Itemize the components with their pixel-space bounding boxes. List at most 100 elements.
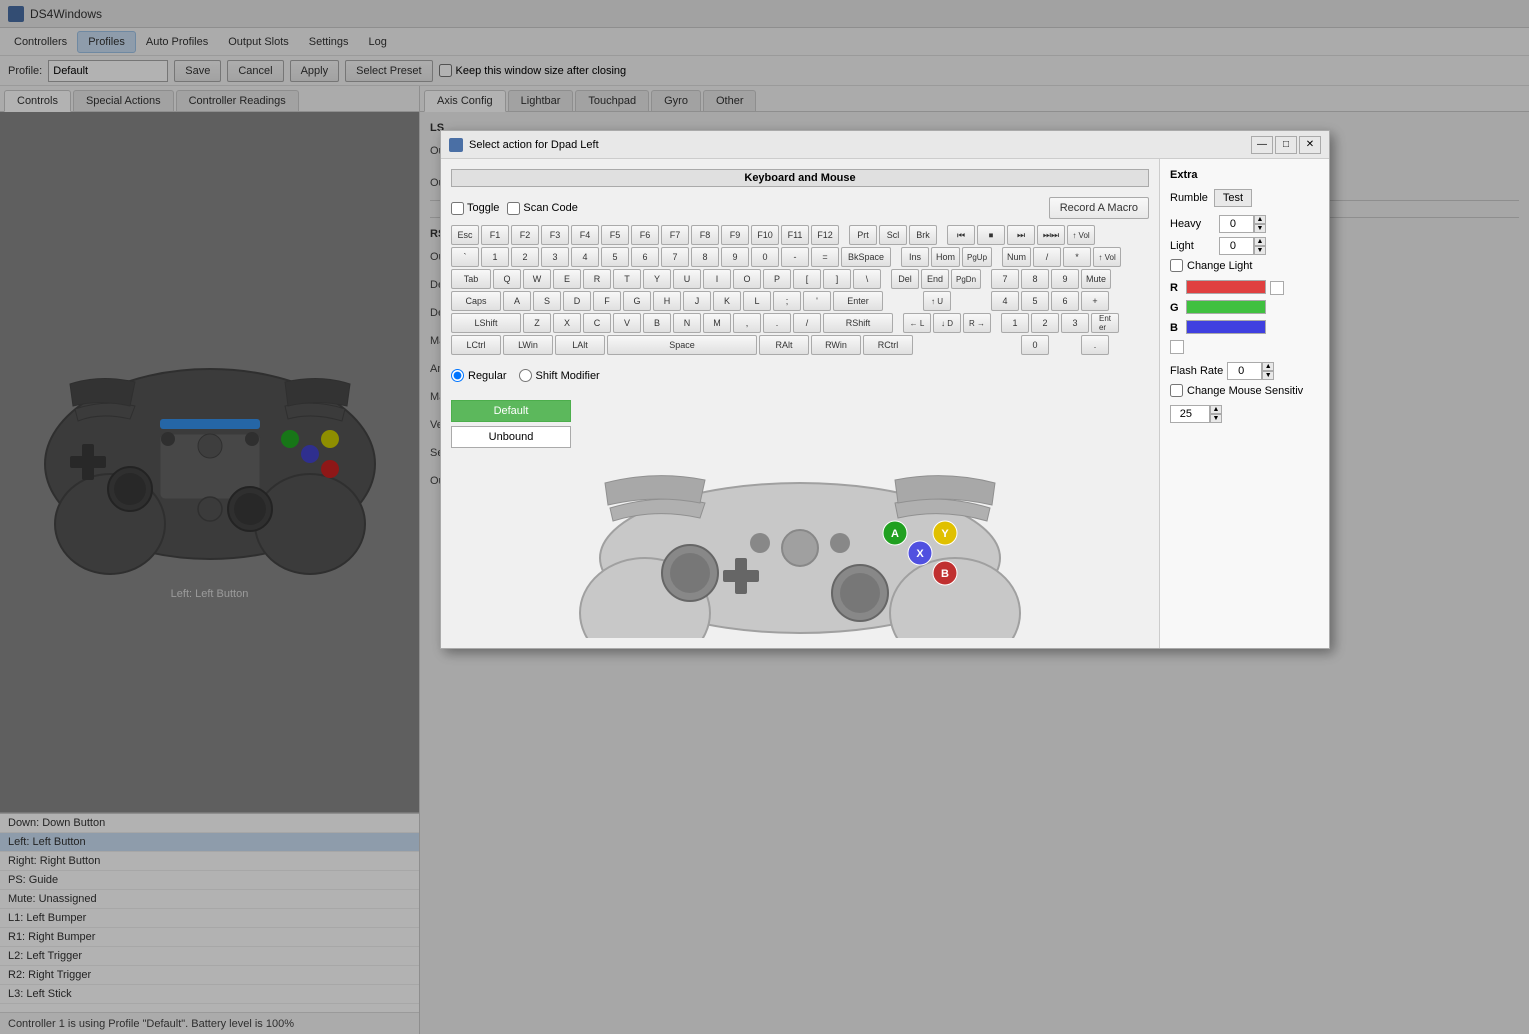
key-s[interactable]: S [533, 291, 561, 311]
key-arrow-right[interactable]: R → [963, 313, 991, 333]
key-f5[interactable]: F5 [601, 225, 629, 245]
modal-minimize-button[interactable]: — [1251, 136, 1273, 154]
key-g[interactable]: G [623, 291, 651, 311]
default-button[interactable]: Default [451, 400, 571, 422]
key-quote[interactable]: ' [803, 291, 831, 311]
key-backslash[interactable]: \ [853, 269, 881, 289]
key-rwin[interactable]: RWin [811, 335, 861, 355]
modal-maximize-button[interactable]: □ [1275, 136, 1297, 154]
key-v[interactable]: V [613, 313, 641, 333]
key-f8[interactable]: F8 [691, 225, 719, 245]
key-c[interactable]: C [583, 313, 611, 333]
key-num9[interactable]: 9 [1051, 269, 1079, 289]
key-brk[interactable]: Brk [909, 225, 937, 245]
key-f1[interactable]: F1 [481, 225, 509, 245]
key-f7[interactable]: F7 [661, 225, 689, 245]
key-equals[interactable]: = [811, 247, 839, 267]
key-7[interactable]: 7 [661, 247, 689, 267]
key-a[interactable]: A [503, 291, 531, 311]
mouse-spinbox[interactable]: ▲ ▼ [1170, 405, 1319, 423]
key-backtick[interactable]: ` [451, 247, 479, 267]
light-spin-up[interactable]: ▲ [1254, 237, 1266, 246]
key-5[interactable]: 5 [601, 247, 629, 267]
key-f9[interactable]: F9 [721, 225, 749, 245]
key-e[interactable]: E [553, 269, 581, 289]
key-num2[interactable]: 2 [1031, 313, 1059, 333]
heavy-spin-down[interactable]: ▼ [1254, 224, 1266, 233]
key-num3[interactable]: 3 [1061, 313, 1089, 333]
light-spin-down[interactable]: ▼ [1254, 246, 1266, 255]
key-p[interactable]: P [763, 269, 791, 289]
flash-rate-input[interactable] [1227, 362, 1262, 380]
key-u[interactable]: U [673, 269, 701, 289]
key-backspace[interactable]: BkSpace [841, 247, 891, 267]
key-comma[interactable]: , [733, 313, 761, 333]
key-z[interactable]: Z [523, 313, 551, 333]
key-f6[interactable]: F6 [631, 225, 659, 245]
toggle-checkbox[interactable] [451, 202, 464, 215]
key-1[interactable]: 1 [481, 247, 509, 267]
toggle-checkbox-label[interactable]: Toggle [451, 202, 499, 215]
key-lwin[interactable]: LWin [503, 335, 553, 355]
color-r-bar[interactable] [1186, 280, 1266, 294]
scan-code-checkbox-label[interactable]: Scan Code [507, 202, 577, 215]
key-2[interactable]: 2 [511, 247, 539, 267]
key-i[interactable]: I [703, 269, 731, 289]
key-vol-up[interactable]: ↑ Vol [1067, 225, 1095, 245]
radio-regular[interactable]: Regular [451, 369, 507, 382]
key-num-dot[interactable]: . [1081, 335, 1109, 355]
key-stop[interactable]: ⏹ [977, 225, 1005, 245]
key-m[interactable]: M [703, 313, 731, 333]
key-ralt[interactable]: RAlt [759, 335, 809, 355]
key-next[interactable]: ⏭⏭ [1037, 225, 1065, 245]
key-close-bracket[interactable]: ] [823, 269, 851, 289]
key-space[interactable]: Space [607, 335, 757, 355]
key-semicolon[interactable]: ; [773, 291, 801, 311]
key-lalt[interactable]: LAlt [555, 335, 605, 355]
key-num-plus[interactable]: + [1081, 291, 1109, 311]
key-slash[interactable]: / [793, 313, 821, 333]
key-arrow-up[interactable]: ↑ U [923, 291, 951, 311]
change-mouse-label[interactable]: Change Mouse Sensitiv [1170, 384, 1319, 397]
key-l[interactable]: L [743, 291, 771, 311]
key-vol-up2[interactable]: ↑ Vol [1093, 247, 1121, 267]
key-3[interactable]: 3 [541, 247, 569, 267]
key-num5[interactable]: 5 [1021, 291, 1049, 311]
key-num[interactable]: Num [1002, 247, 1031, 267]
key-ins[interactable]: Ins [901, 247, 929, 267]
key-num1[interactable]: 1 [1001, 313, 1029, 333]
key-h[interactable]: H [653, 291, 681, 311]
key-del[interactable]: Del [891, 269, 919, 289]
heavy-input[interactable] [1219, 215, 1254, 233]
key-w[interactable]: W [523, 269, 551, 289]
key-rctrl[interactable]: RCtrl [863, 335, 913, 355]
key-end[interactable]: End [921, 269, 949, 289]
key-caps[interactable]: Caps [451, 291, 501, 311]
key-0[interactable]: 0 [751, 247, 779, 267]
change-light-label[interactable]: Change Light [1170, 259, 1319, 272]
modal-close-button[interactable]: ✕ [1299, 136, 1321, 154]
heavy-spin-up[interactable]: ▲ [1254, 215, 1266, 224]
key-num8[interactable]: 8 [1021, 269, 1049, 289]
key-8[interactable]: 8 [691, 247, 719, 267]
unbound-button[interactable]: Unbound [451, 426, 571, 448]
key-num-star[interactable]: * [1063, 247, 1091, 267]
flash-rate-spinbox[interactable]: ▲ ▼ [1227, 362, 1274, 380]
flash-spin-down[interactable]: ▼ [1262, 371, 1274, 380]
key-k[interactable]: K [713, 291, 741, 311]
color-b-bar[interactable] [1186, 320, 1266, 334]
key-num7[interactable]: 7 [991, 269, 1019, 289]
key-6[interactable]: 6 [631, 247, 659, 267]
key-esc[interactable]: Esc [451, 225, 479, 245]
key-pgup[interactable]: PgUp [962, 247, 992, 267]
key-num0[interactable]: 0 [1021, 335, 1049, 355]
key-enter[interactable]: Enter [833, 291, 883, 311]
key-num-enter[interactable]: Enter [1091, 313, 1119, 333]
key-f10[interactable]: F10 [751, 225, 779, 245]
test-button[interactable]: Test [1214, 189, 1252, 207]
key-num6[interactable]: 6 [1051, 291, 1079, 311]
key-prt[interactable]: Prt [849, 225, 877, 245]
key-arrow-down[interactable]: ↓ D [933, 313, 961, 333]
key-pgdn[interactable]: PgDn [951, 269, 981, 289]
key-minus[interactable]: - [781, 247, 809, 267]
